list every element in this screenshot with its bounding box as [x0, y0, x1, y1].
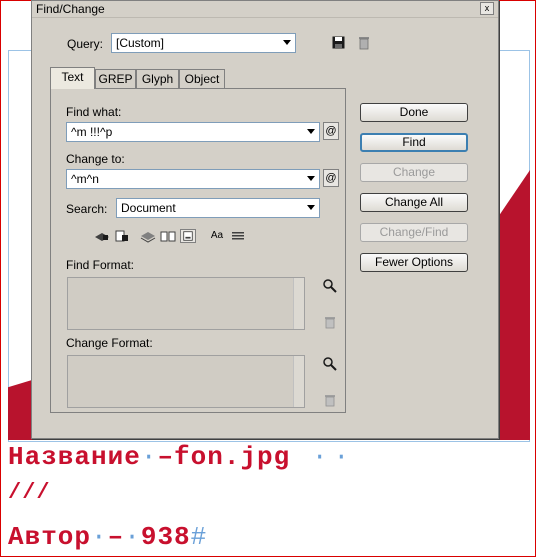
search-scope-select[interactable]: Document — [116, 198, 320, 218]
change-to-label: Change to: — [66, 152, 125, 166]
special-character-find-icon[interactable]: @ — [323, 122, 339, 140]
include-locked-layers-icon[interactable] — [94, 229, 110, 243]
doc-text-author-line[interactable]: Автор·–·938# — [8, 522, 207, 552]
include-locked-stories-icon[interactable] — [114, 229, 130, 243]
special-character-change-icon[interactable]: @ — [323, 169, 339, 187]
specify-find-format-icon[interactable] — [323, 279, 337, 293]
query-select[interactable]: [Custom] — [111, 33, 296, 53]
include-footnotes-icon[interactable] — [180, 229, 196, 243]
space-marker: · — [91, 522, 108, 552]
change-to-value: ^m^n — [71, 172, 99, 186]
change-format-scrollbar[interactable] — [293, 356, 304, 407]
done-button[interactable]: Done — [360, 103, 468, 122]
change-to-input[interactable]: ^m^n — [66, 169, 320, 189]
clear-find-format-icon[interactable] — [323, 315, 337, 329]
search-label: Search: — [66, 202, 108, 216]
close-icon[interactable]: x — [480, 2, 494, 15]
tab-label: Object — [184, 72, 220, 86]
fewer-options-button[interactable]: Fewer Options — [360, 253, 468, 272]
change-button[interactable]: Change — [360, 163, 468, 182]
doc-text-slashes[interactable]: /// — [8, 480, 51, 505]
chevron-down-icon — [307, 176, 315, 181]
tab-grep[interactable]: GREP — [95, 69, 136, 88]
doc-text-number: 938 — [140, 522, 191, 552]
tab-object[interactable]: Object — [179, 69, 225, 88]
end-of-story-marker: # — [190, 522, 208, 552]
tab-text[interactable]: Text — [50, 67, 95, 89]
dialog-titlebar[interactable]: Find/Change — [32, 1, 498, 18]
change-find-button[interactable]: Change/Find — [360, 223, 468, 242]
change-format-box[interactable] — [67, 355, 305, 408]
find-what-label: Find what: — [66, 105, 122, 119]
whole-word-icon[interactable] — [230, 229, 246, 243]
change-format-label: Change Format: — [66, 336, 153, 350]
include-master-pages-icon[interactable] — [160, 229, 176, 243]
find-format-label: Find Format: — [66, 258, 135, 272]
specify-change-format-icon[interactable] — [323, 357, 337, 371]
doc-dash: – — [107, 522, 125, 552]
doc-text-title-line[interactable]: Название·–fon.jpg ·· — [8, 442, 355, 472]
find-format-scrollbar[interactable] — [293, 278, 304, 329]
find-what-value: ^m !!!^p — [71, 125, 113, 139]
tab-label: Text — [61, 70, 84, 84]
clear-change-format-icon[interactable] — [323, 393, 337, 407]
find-format-box[interactable] — [67, 277, 305, 330]
find-what-input[interactable]: ^m !!!^p — [66, 122, 320, 142]
doc-text-author: Автор — [8, 522, 92, 552]
space-marker: · — [124, 522, 141, 552]
doc-text-title: Название — [8, 442, 141, 472]
query-value: [Custom] — [116, 36, 165, 50]
chevron-down-icon — [307, 205, 315, 210]
dialog-title: Find/Change — [36, 2, 105, 16]
query-label: Query: — [67, 37, 103, 51]
change-all-button[interactable]: Change All — [360, 193, 468, 212]
case-sensitive-icon[interactable]: Aa — [208, 229, 226, 243]
floppy-disk-icon[interactable] — [332, 36, 345, 49]
doc-dash: – — [157, 442, 175, 472]
doc-text-filename: fon.jpg — [174, 442, 291, 472]
find-button[interactable]: Find — [360, 133, 468, 152]
chevron-down-icon — [307, 129, 315, 134]
chevron-down-icon — [283, 40, 291, 45]
include-hidden-layers-icon[interactable] — [140, 229, 156, 243]
tab-glyph[interactable]: Glyph — [136, 69, 179, 88]
query-label-text: Query: — [67, 37, 104, 51]
tab-label: GREP — [98, 72, 133, 86]
red-graphic-left — [8, 380, 32, 440]
tab-label: Glyph — [141, 72, 174, 86]
find-change-dialog: Find/Change x Query: [Custom] Text GREP … — [31, 0, 499, 439]
trash-icon[interactable] — [358, 35, 370, 50]
search-scope-value: Document — [121, 201, 176, 215]
space-marker: ·· — [290, 442, 356, 472]
space-marker: · — [140, 442, 158, 472]
